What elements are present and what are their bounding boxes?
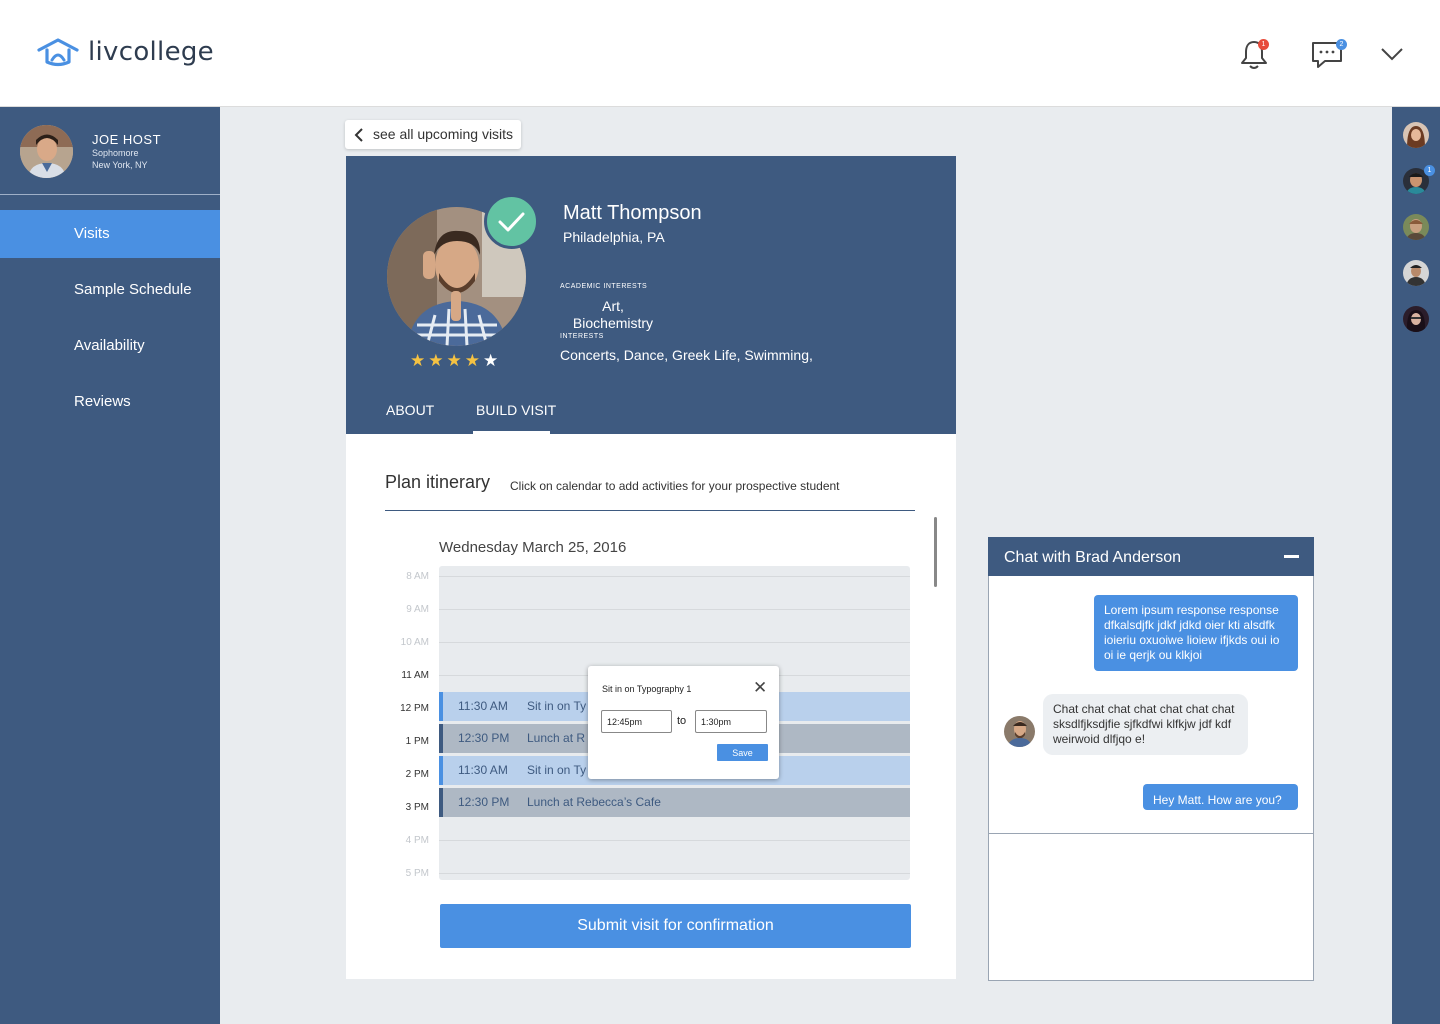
star-icon: ★	[410, 351, 429, 370]
nav-item-availability[interactable]: Availability	[0, 322, 220, 370]
chat-message-received: Chat chat chat chat chat chat chat sksdl…	[1043, 694, 1248, 755]
contact-unread-badge: 1	[1424, 165, 1435, 176]
start-time-input[interactable]	[601, 710, 672, 733]
event-title: Sit in on Ty	[527, 699, 587, 713]
hour-label: 12 PM	[400, 703, 429, 714]
plan-itinerary-title: Plan itinerary	[385, 472, 491, 492]
top-header: livcollege 1 2	[0, 0, 1440, 107]
hour-label: 2 PM	[405, 769, 429, 780]
save-button[interactable]: Save	[717, 744, 768, 761]
back-to-upcoming-visits[interactable]: see all upcoming visits	[345, 120, 521, 149]
star-icon: ★	[428, 351, 447, 370]
event-time: 11:30 AM	[458, 699, 508, 713]
hour-label: 9 AM	[406, 604, 429, 615]
hour-label: 1 PM	[405, 736, 429, 747]
host-location: New York, NY	[92, 160, 148, 170]
host-name: JOE HOST	[92, 132, 162, 147]
hour-label: 10 AM	[400, 637, 429, 648]
chat-message-input[interactable]	[989, 834, 1313, 980]
nav-item-sample-schedule[interactable]: Sample Schedule	[0, 266, 220, 314]
hour-label: 4 PM	[405, 835, 429, 846]
messages-button[interactable]: 2	[1310, 38, 1347, 75]
nav-item-visits[interactable]: Visits	[0, 210, 220, 258]
hour-gridline	[439, 840, 910, 841]
event-time: 11:30 AM	[458, 763, 508, 777]
interests-label: INTERESTS	[560, 333, 604, 340]
student-location: Philadelphia, PA	[563, 229, 665, 245]
academic-interests-label: ACADEMIC INTERESTS	[560, 283, 648, 290]
student-interests: Concerts, Dance, Greek Life, Swimming,	[560, 347, 813, 363]
contact-avatar[interactable]	[1403, 260, 1429, 286]
host-profile: JOE HOST Sophomore New York, NY	[0, 107, 220, 195]
plan-itinerary-hint: Click on calendar to add activities for …	[510, 479, 840, 493]
logo[interactable]: livcollege	[36, 36, 214, 68]
account-menu-toggle[interactable]	[1380, 46, 1404, 67]
left-sidebar: JOE HOST Sophomore New York, NY Visits S…	[0, 107, 220, 1024]
hour-label: 11 AM	[401, 670, 429, 681]
logo-text: livcollege	[88, 37, 214, 67]
academic-interest-item: Biochemistry	[572, 315, 654, 331]
time-range-separator: to	[677, 715, 687, 727]
hour-gridline	[439, 576, 910, 577]
student-rating: ★★★★★	[410, 351, 501, 371]
notifications-button[interactable]: 1	[1238, 38, 1270, 75]
hour-label: 3 PM	[405, 802, 429, 813]
star-icon: ★	[464, 351, 483, 370]
event-time: 12:30 PM	[458, 731, 510, 745]
academic-interests: Art, Biochemistry	[571, 298, 655, 332]
hour-gridline	[439, 873, 910, 874]
end-time-input[interactable]	[695, 710, 767, 733]
contacts-rail: 1	[1392, 107, 1440, 1024]
academic-interest-item: Art,	[602, 298, 624, 314]
chat-panel: Chat with Brad Anderson Lorem ipsum resp…	[988, 537, 1314, 981]
host-year: Sophomore	[92, 148, 139, 158]
calendar-date: Wednesday March 25, 2016	[439, 539, 627, 556]
chat-message-sent: Lorem ipsum response response dfkalsdjfk…	[1094, 595, 1298, 671]
host-avatar	[20, 125, 73, 178]
event-title: Sit in on Ty	[527, 763, 587, 777]
hour-gridline	[439, 642, 910, 643]
scrollbar[interactable]	[934, 517, 937, 587]
hour-label: 8 AM	[406, 571, 429, 582]
active-tab-indicator	[473, 431, 550, 434]
notifications-badge: 1	[1258, 39, 1269, 50]
house-cap-icon	[37, 38, 79, 67]
hour-label: 5 PM	[405, 868, 429, 879]
tab-about[interactable]: ABOUT	[386, 402, 434, 418]
nav-item-reviews[interactable]: Reviews	[0, 378, 220, 426]
calendar-event[interactable]: 12:30 PM Lunch at Rebecca’s Cafe	[439, 788, 910, 817]
visit-card: ★★★★★ Matt Thompson Philadelphia, PA ACA…	[346, 156, 956, 979]
tab-build-visit[interactable]: BUILD VISIT	[476, 402, 556, 418]
edit-event-popup: Sit in on Typography 1 ✕ to Save	[588, 666, 779, 779]
event-title: Lunch at Rebecca’s Cafe	[527, 795, 661, 809]
minimize-icon[interactable]	[1284, 555, 1299, 558]
messages-badge: 2	[1336, 39, 1347, 50]
contact-avatar[interactable]	[1403, 214, 1429, 240]
star-empty-icon: ★	[483, 351, 502, 370]
student-name: Matt Thompson	[563, 202, 702, 224]
back-link-label: see all upcoming visits	[373, 126, 514, 142]
chat-header: Chat with Brad Anderson	[988, 537, 1314, 576]
submit-visit-button[interactable]: Submit visit for confirmation	[440, 904, 911, 948]
event-title: Lunch at R	[527, 731, 586, 745]
hour-gridline	[439, 609, 910, 610]
chevron-left-icon	[354, 128, 363, 142]
chevron-down-icon	[1381, 48, 1403, 61]
divider	[385, 510, 915, 511]
contact-avatar[interactable]	[1403, 122, 1429, 148]
close-icon[interactable]: ✕	[753, 678, 767, 698]
popup-title: Sit in on Typography 1	[602, 684, 692, 694]
chat-contact-avatar	[1004, 716, 1035, 747]
chat-title: Chat with Brad Anderson	[1004, 549, 1181, 566]
student-header: ★★★★★ Matt Thompson Philadelphia, PA ACA…	[346, 156, 956, 434]
event-time: 12:30 PM	[458, 795, 510, 809]
star-icon: ★	[446, 351, 465, 370]
checkmark-icon	[498, 212, 525, 232]
contact-avatar[interactable]	[1403, 306, 1429, 332]
chat-message-sent: Hey Matt. How are you?	[1143, 784, 1298, 810]
confirmed-check-badge	[484, 194, 539, 249]
